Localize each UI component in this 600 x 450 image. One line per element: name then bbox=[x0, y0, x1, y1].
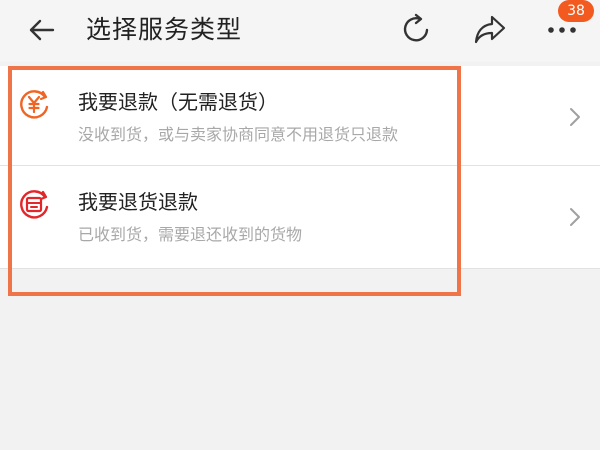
option-subtitle: 没收到货，或与卖家协商同意不用退货只退款 bbox=[78, 125, 399, 144]
chevron-right-icon bbox=[570, 208, 580, 226]
share-icon bbox=[474, 15, 506, 44]
arrow-left-icon bbox=[29, 19, 55, 41]
service-type-list: 我要退款（无需退货） 没收到货，或与卖家协商同意不用退货只退款 我要退货退款 已… bbox=[0, 66, 600, 269]
option-subtitle: 已收到货，需要退还收到的货物 bbox=[78, 225, 303, 244]
refresh-icon bbox=[403, 13, 429, 42]
back-button[interactable] bbox=[26, 14, 58, 46]
option-title: 我要退款（无需退货） bbox=[78, 90, 278, 114]
page-title: 选择服务类型 bbox=[86, 15, 243, 44]
refresh-button[interactable] bbox=[398, 11, 434, 47]
share-button[interactable] bbox=[472, 11, 508, 47]
option-title: 我要退货退款 bbox=[78, 190, 198, 214]
notification-badge: 38 bbox=[558, 0, 594, 22]
return-box-icon bbox=[20, 190, 49, 219]
option-refund-only[interactable]: 我要退款（无需退货） 没收到货，或与卖家协商同意不用退货只退款 bbox=[0, 66, 600, 166]
chevron-right-icon bbox=[570, 108, 580, 126]
option-return-refund[interactable]: 我要退货退款 已收到货，需要退还收到的货物 bbox=[0, 166, 600, 269]
yen-refund-icon bbox=[20, 90, 49, 119]
top-bar: 选择服务类型 38 bbox=[0, 0, 600, 62]
